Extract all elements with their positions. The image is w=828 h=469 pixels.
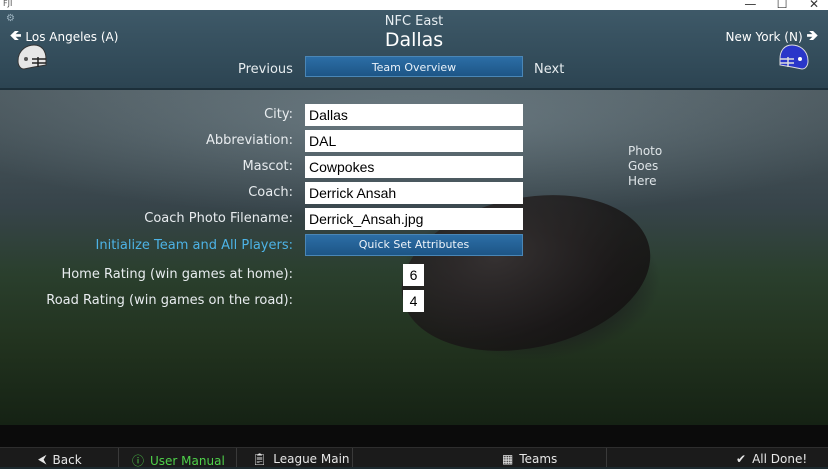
road-rating-field[interactable]: 4 (403, 290, 424, 312)
conference-name: NFC East (384, 14, 444, 29)
next-team-name: New York (N) (725, 30, 803, 44)
helmet-icon-left[interactable] (14, 43, 48, 73)
team-header: ⚙ NFC East Dallas 🡸 Los Angeles (A) New … (0, 10, 828, 90)
abbreviation-label: Abbreviation: (205, 133, 293, 148)
coach-field[interactable]: Derrick Ansah (305, 182, 523, 204)
photo-placeholder-line: Goes (628, 159, 659, 173)
home-rating-label: Home Rating (win games at home): (61, 267, 293, 282)
check-circle-icon: ✔ (736, 452, 747, 466)
mascot-label: Mascot: (242, 159, 293, 174)
divider (352, 448, 353, 467)
previous-link[interactable]: Previous (238, 62, 293, 77)
league-main-label: League Main (273, 452, 350, 466)
page-title: Dallas (384, 29, 444, 51)
info-icon: ⓘ (132, 454, 145, 468)
divider (118, 448, 119, 467)
teams-label: Teams (519, 452, 558, 466)
teams-icon: ▦ (502, 452, 514, 466)
previous-team-name: Los Angeles (A) (25, 30, 119, 44)
coach-photo-field[interactable]: Derrick_Ansah.jpg (305, 208, 523, 230)
coach-photo-label: Coach Photo Filename: (144, 211, 293, 226)
league-main-button[interactable]: 📋︎ League Main (252, 452, 350, 466)
city-label: City: (264, 107, 293, 122)
mascot-field[interactable]: Cowpokes (305, 156, 523, 178)
helmet-icon-right[interactable] (778, 43, 812, 73)
user-manual-label: User Manual (150, 453, 225, 468)
home-rating-field[interactable]: 6 (403, 264, 424, 286)
divider (606, 448, 607, 467)
initialize-team-label: Initialize Team and All Players: (95, 238, 293, 253)
clipboard-icon: 📋︎ (252, 452, 268, 466)
back-button[interactable]: ⮜ Back (38, 452, 82, 467)
teams-button[interactable]: ▦ Teams (502, 452, 557, 466)
city-field[interactable]: Dallas (305, 104, 523, 126)
photo-placeholder-line: Photo (628, 144, 663, 158)
abbreviation-field[interactable]: DAL (305, 130, 523, 152)
coach-label: Coach: (248, 185, 293, 200)
all-done-button[interactable]: ✔ All Done! (736, 452, 807, 466)
coach-photo-placeholder: Photo Goes Here (628, 144, 662, 189)
back-arrow-icon: ⮜ (38, 452, 47, 466)
team-overview-panel: City: Dallas Abbreviation: DAL Mascot: C… (0, 90, 828, 425)
divider (236, 448, 237, 467)
bottom-navigation: ⮜ Back ⓘ User Manual 📋︎ League Main ▦ Te… (0, 447, 828, 469)
all-done-label: All Done! (752, 452, 808, 466)
quick-set-attributes-button[interactable]: Quick Set Attributes (305, 234, 523, 256)
app-icon: FJI (3, 0, 13, 8)
status-strip (0, 425, 828, 447)
photo-placeholder-line: Here (628, 174, 657, 188)
team-overview-tab[interactable]: Team Overview (305, 56, 523, 77)
user-manual-button[interactable]: ⓘ User Manual (132, 452, 225, 469)
next-link[interactable]: Next (534, 62, 564, 77)
road-rating-label: Road Rating (win games on the road): (46, 293, 293, 308)
back-label: Back (52, 452, 82, 467)
